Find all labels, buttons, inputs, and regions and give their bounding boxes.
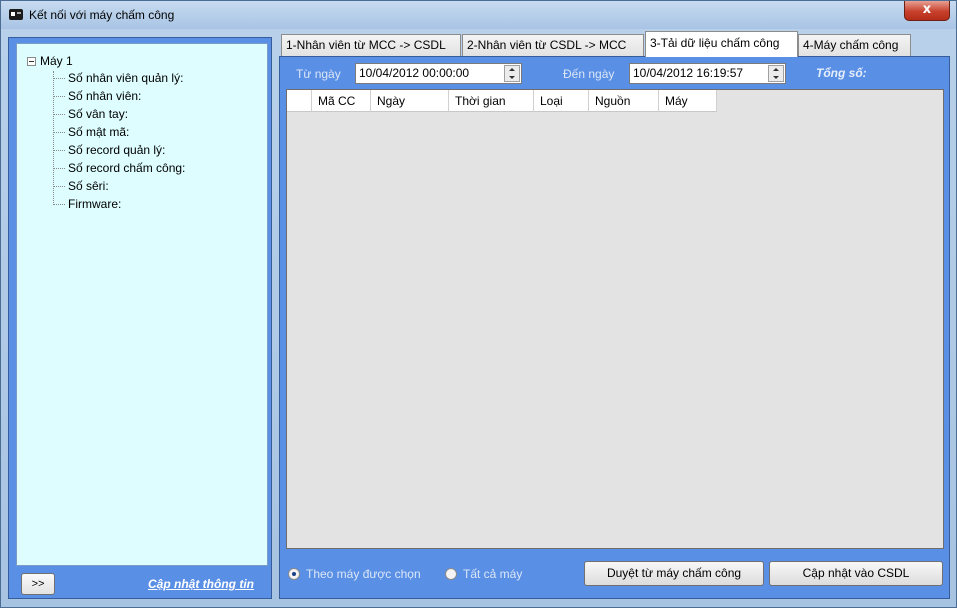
column-header[interactable]: Mã CC [312,90,371,112]
column-header[interactable]: Máy [659,90,717,112]
tree-item-serial[interactable]: Số sêri: [53,178,109,194]
radio-checked-icon[interactable] [288,568,300,580]
from-date-label: Từ ngày [296,67,341,81]
tree-branch-line [53,113,65,115]
close-button[interactable]: x [904,1,950,21]
device-tree[interactable]: Máy 1 Số nhân viên quản lý: Số nhân viên… [16,43,268,566]
expand-button[interactable]: >> [21,573,55,595]
tree-branch-line [53,77,65,79]
column-header[interactable]: Nguồn [589,90,659,112]
radio-unchecked-icon[interactable] [445,568,457,580]
tree-item-label: Số record quản lý: [68,143,166,157]
tree-node-device[interactable]: Máy 1 [27,53,73,69]
to-date-value: 10/04/2012 16:19:57 [633,66,744,80]
radio-label: Theo máy được chọn [306,567,421,581]
tree-item-employees[interactable]: Số nhân viên: [53,88,141,104]
tab-download-attendance[interactable]: 3-Tải dữ liệu chấm công [645,31,798,57]
to-date-picker[interactable]: 10/04/2012 16:19:57 [629,63,786,84]
tree-branch-line [53,131,65,133]
tree-item-managers[interactable]: Số nhân viên quản lý: [53,70,183,86]
tab-employees-to-db[interactable]: 1-Nhân viên từ MCC -> CSDL [281,34,461,56]
spinner-icon[interactable] [504,65,520,82]
from-date-value: 10/04/2012 00:00:00 [359,66,470,80]
tree-branch-line [53,95,65,97]
radio-label: Tất cả máy [463,567,523,581]
tree-item-passwords[interactable]: Số mật mã: [53,124,129,140]
main-window: Kết nối với máy chấm công x Máy 1 Số nhâ… [0,0,957,608]
row-header-cell[interactable] [287,90,312,112]
tree-branch-line [53,167,65,169]
window-title: Kết nối với máy chấm công [29,8,175,22]
device-panel: Máy 1 Số nhân viên quản lý: Số nhân viên… [8,37,272,599]
tree-item-manager-records[interactable]: Số record quản lý: [53,142,165,158]
grid-header: Mã CC Ngày Thời gian Loại Nguồn Máy [287,90,717,112]
browse-device-button[interactable]: Duyệt từ máy chấm công [584,561,764,586]
from-date-picker[interactable]: 10/04/2012 00:00:00 [355,63,522,84]
tree-branch-line [53,149,65,151]
update-db-button[interactable]: Cập nhật vào CSDL [769,561,943,586]
tree-item-label: Số mật mã: [68,125,130,139]
total-count-label: Tổng số: [816,66,867,80]
tree-node-device-label: Máy 1 [40,54,73,68]
tree-item-label: Số sêri: [68,179,109,193]
column-header[interactable]: Ngày [371,90,449,112]
spinner-icon[interactable] [768,65,784,82]
title-bar[interactable]: Kết nối với máy chấm công x [1,1,956,29]
tab-devices[interactable]: 4-Máy chấm công [798,34,911,56]
attendance-grid[interactable]: Mã CC Ngày Thời gian Loại Nguồn Máy [286,89,944,549]
tree-item-fingerprints[interactable]: Số vân tay: [53,106,128,122]
column-header[interactable]: Loại [534,90,589,112]
tree-item-label: Số record chấm công: [68,161,186,175]
tree-item-label: Số nhân viên quản lý: [68,71,184,85]
tree-item-label: Số vân tay: [68,107,129,121]
collapse-icon[interactable] [27,56,36,66]
tree-item-label: Firmware: [68,197,122,211]
radio-all-devices[interactable]: Tất cả máy [445,567,522,581]
app-icon [9,9,23,20]
tree-item-firmware[interactable]: Firmware: [53,196,121,212]
to-date-label: Đến ngày [563,67,615,81]
tree-item-label: Số nhân viên: [68,89,142,103]
tree-branch-line [53,185,65,187]
update-info-link[interactable]: Cập nhật thông tin [148,577,254,591]
tree-branch-line [53,203,65,205]
tab-employees-to-device[interactable]: 2-Nhân viên từ CSDL -> MCC [462,34,644,56]
column-header[interactable]: Thời gian [449,90,534,112]
attendance-tab-panel: Từ ngày 10/04/2012 00:00:00 Đến ngày 10/… [279,56,950,599]
radio-selected-device[interactable]: Theo máy được chọn [288,567,421,581]
tree-item-attendance-records[interactable]: Số record chấm công: [53,160,185,176]
